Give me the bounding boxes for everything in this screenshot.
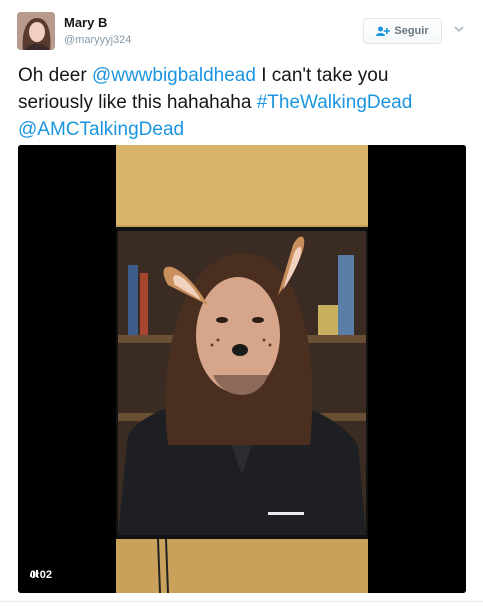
tweet-text-segment: Oh deer	[18, 65, 92, 86]
volume-bars-icon	[30, 570, 38, 577]
video-timestamp: 0:02	[30, 569, 52, 581]
video-frame	[18, 145, 466, 593]
tweet-link[interactable]: @wwwbigbaldhead	[92, 65, 256, 86]
avatar[interactable]	[17, 12, 55, 50]
tweet-link[interactable]: @AMCTalkingDead	[18, 119, 184, 140]
avatar-image	[17, 12, 55, 50]
chevron-down-icon[interactable]	[452, 22, 466, 36]
user-handle[interactable]: @maryyyj324	[64, 34, 131, 46]
tweet-text: Oh deer @wwwbigbaldhead I can't take you…	[18, 62, 468, 143]
divider	[0, 601, 483, 602]
follow-button-label: Seguir	[394, 25, 429, 37]
tweet-link[interactable]: #TheWalkingDead	[257, 92, 413, 113]
user-name[interactable]: Mary B	[64, 15, 107, 30]
video-player[interactable]: 0:02	[18, 145, 466, 593]
add-user-icon	[376, 26, 391, 36]
follow-button[interactable]: Seguir	[363, 18, 442, 44]
